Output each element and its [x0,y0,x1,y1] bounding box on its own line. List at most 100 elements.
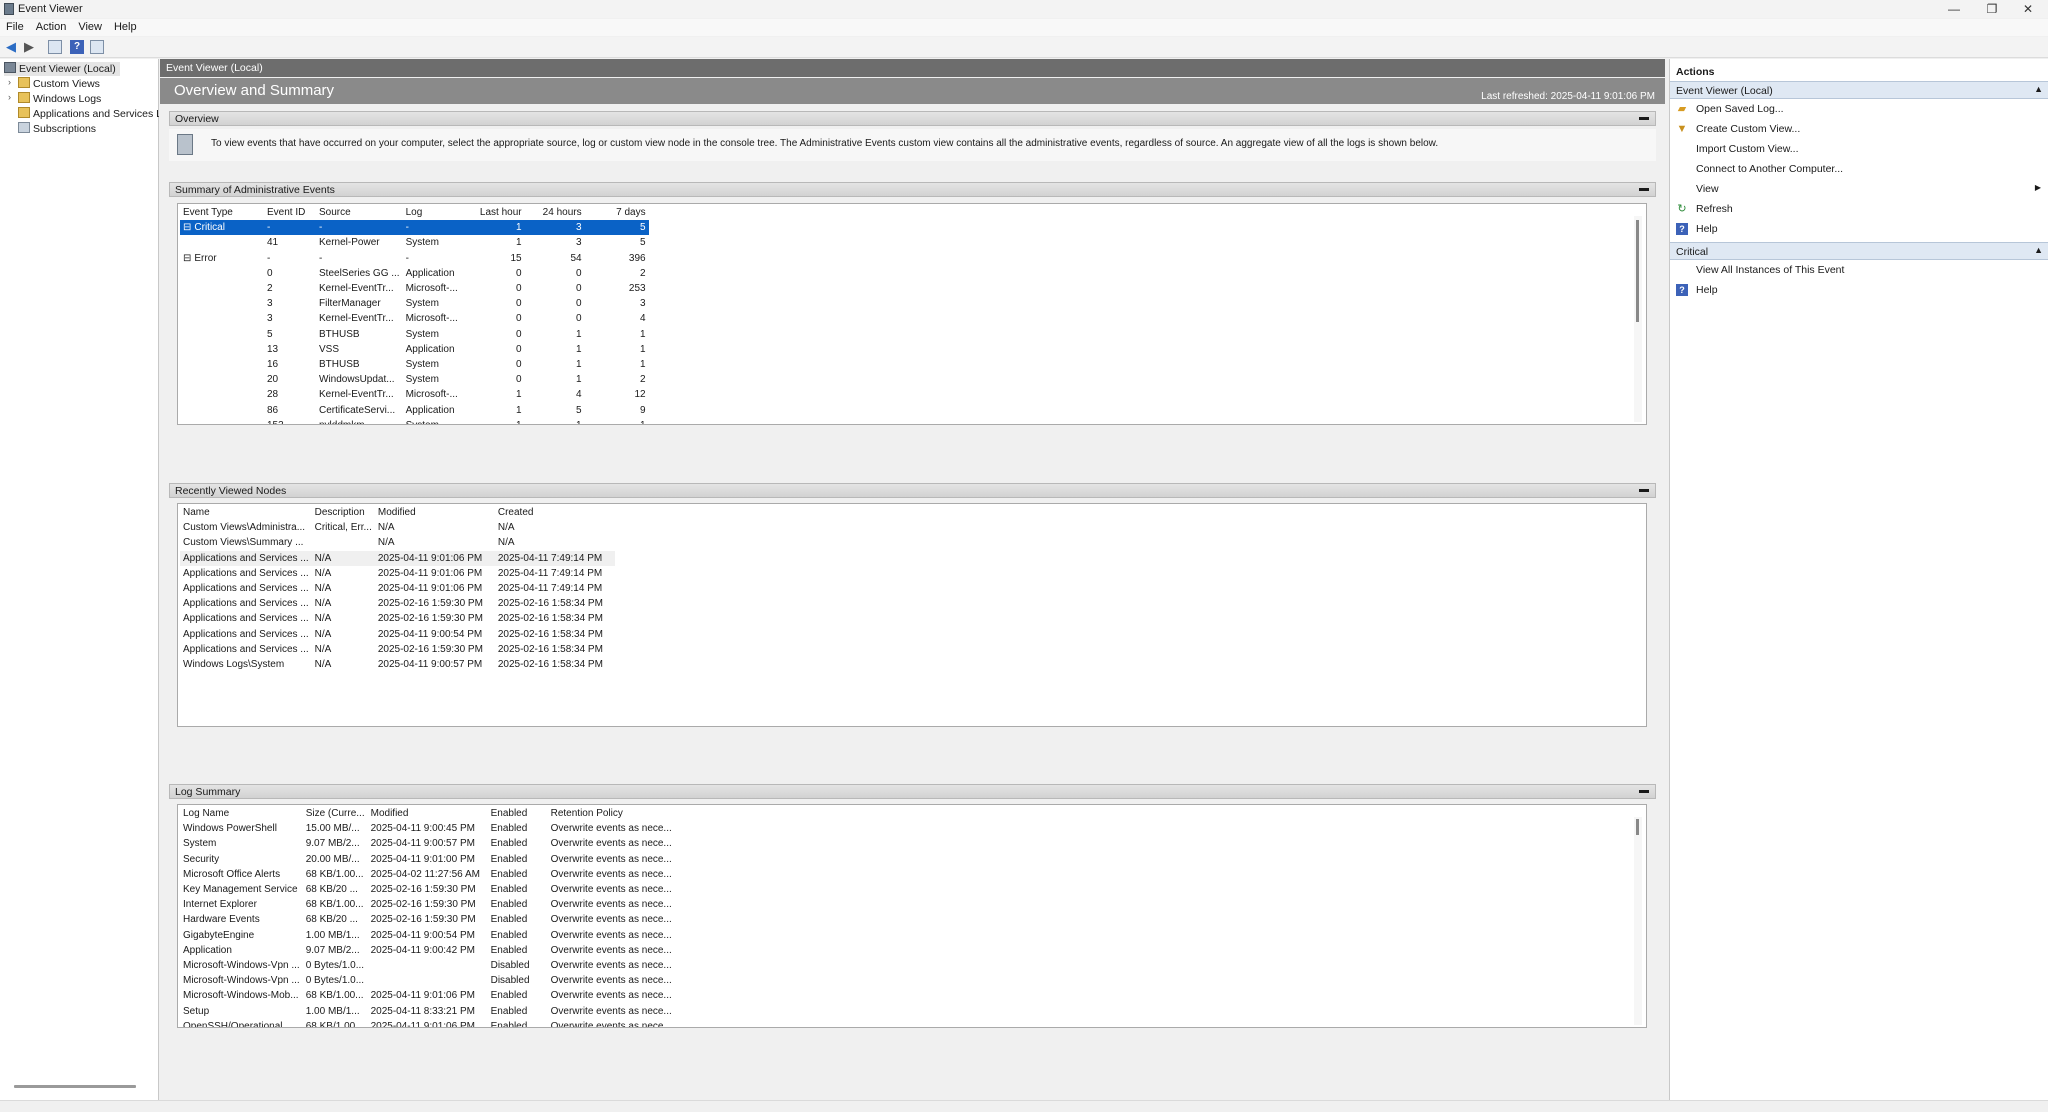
minimize-button[interactable]: — [1934,0,1974,18]
table-row[interactable]: Windows Logs\System N/A 2025-04-11 9:00:57… [180,657,615,672]
show-hide-console-tree-icon[interactable] [48,40,62,54]
log-summary-vertical-scrollbar[interactable] [1634,817,1642,1025]
table-row[interactable]: System 9.07 MB/2... 2025-04-11 9:00:57 PM E… [180,836,675,851]
column-header[interactable]: Name [180,505,312,520]
table-row[interactable]: Applications and Services ... N/A 2025-02-… [180,596,615,611]
menu-help[interactable]: Help [108,19,143,33]
column-header[interactable]: Modified [368,806,488,821]
action-help-critical[interactable]: ? Help [1670,280,2048,300]
summary-vertical-scrollbar[interactable] [1634,216,1642,422]
menu-action[interactable]: Action [30,19,73,33]
table-row[interactable]: 16 BTHUSB System 0 1 1 [180,357,649,372]
table-row[interactable]: 5 BTHUSB System 0 1 1 [180,327,649,342]
table-row[interactable]: 153nvlddmkmSystem111 [180,418,649,424]
table-row[interactable]: 41 Kernel-Power System 1 3 5 [180,235,649,250]
table-row[interactable]: Applications and Services ... N/A 2025-04-… [180,581,615,596]
menu-file[interactable]: File [0,19,30,33]
tree-root-event-viewer[interactable]: Event Viewer (Local) [4,62,120,76]
restore-button[interactable]: ❐ [1972,0,2012,18]
table-row[interactable]: Application 9.07 MB/2... 2025-04-11 9:00:4… [180,943,675,958]
table-row[interactable]: 13 VSS Application 0 1 1 [180,342,649,357]
collapse-icon[interactable]: ▬ [1639,112,1649,123]
action-refresh[interactable]: ↻ Refresh [1670,199,2048,219]
back-arrow-icon[interactable]: ◀ [4,40,18,54]
collapse-up-icon[interactable]: ▲ [2034,84,2043,94]
table-row[interactable]: 0 SteelSeries GG ... Application 0 0 2 [180,266,649,281]
table-row[interactable]: 20 WindowsUpdat... System 0 1 2 [180,372,649,387]
table-row[interactable]: 3 FilterManager System 0 0 3 [180,296,649,311]
scrollbar-thumb[interactable] [1636,819,1639,835]
table-row[interactable]: Applications and Services ... N/A 2025-04-… [180,550,615,566]
column-header[interactable]: Log Name [180,806,303,821]
table-row[interactable]: 28 Kernel-EventTr... Microsoft-... 1 4 12 [180,387,649,402]
close-button[interactable]: ✕ [2008,0,2048,18]
column-header[interactable]: Retention Policy [548,806,675,821]
collapse-icon[interactable]: ▬ [1639,484,1649,495]
table-row[interactable]: Internet Explorer 68 KB/1.00... 2025-02-16… [180,897,675,912]
column-header[interactable]: 7 days [585,205,649,220]
action-open-saved-log[interactable]: ▰ Open Saved Log... [1670,99,2048,119]
column-header[interactable]: Event Type [180,205,264,220]
forward-arrow-icon[interactable]: ▶ [22,40,36,54]
table-row[interactable]: Microsoft-Windows-Mob... 68 KB/1.00... 202… [180,988,675,1003]
show-hide-action-pane-icon[interactable] [90,40,104,54]
collapse-up-icon[interactable]: ▲ [2034,245,2043,255]
action-view-all-instances[interactable]: View All Instances of This Event [1670,260,2048,280]
collapse-icon[interactable]: ▬ [1639,785,1649,796]
table-row[interactable]: Microsoft Office Alerts 68 KB/1.00... 2025… [180,867,675,882]
column-header[interactable]: Size (Curre... [303,806,368,821]
tree-horizontal-scrollbar[interactable] [14,1085,136,1088]
summary-section-header[interactable]: Summary of Administrative Events ▬ [169,182,1656,197]
column-header[interactable]: 24 hours [525,205,585,220]
action-help[interactable]: ? Help [1670,219,2048,239]
table-row[interactable]: ⊟ Error - - -15 54 396 [180,251,649,266]
table-row[interactable]: GigabyteEngine 1.00 MB/1... 2025-04-11 9:0… [180,928,675,943]
tree-item-windows-logs[interactable]: › Windows Logs [8,92,101,106]
expand-chevron-icon[interactable]: › [8,77,11,87]
collapse-icon[interactable]: ▬ [1639,183,1649,194]
column-header[interactable]: Event ID [264,205,316,220]
expand-chevron-icon[interactable]: › [8,92,11,102]
table-row[interactable]: Custom Views\Administra... Critical, Err.… [180,520,615,535]
action-connect-to-another-computer[interactable]: Connect to Another Computer... [1670,159,2048,179]
column-header[interactable]: Created [495,505,615,520]
collapse-box-icon[interactable]: ⊟ [183,222,191,233]
table-row[interactable]: Microsoft-Windows-Vpn ... 0 Bytes/1.0... D… [180,973,675,988]
table-row[interactable]: Hardware Events 68 KB/20 ... 2025-02-16 1:… [180,912,675,927]
column-header[interactable]: Last hour [475,205,525,220]
table-row[interactable]: Applications and Services ... N/A 2025-02-… [180,611,615,626]
table-row[interactable]: Key Management Service 68 KB/20 ... 2025-0… [180,882,675,897]
table-row[interactable]: 3 Kernel-EventTr... Microsoft-... 0 0 4 [180,311,649,326]
table-row[interactable]: ⊟ Critical - - -1 3 5 [180,220,649,236]
table-row[interactable]: Custom Views\Summary ... N/A N/A [180,535,615,550]
menu-view[interactable]: View [72,19,108,33]
column-header[interactable]: Log [403,205,475,220]
table-row[interactable]: Setup 1.00 MB/1... 2025-04-11 8:33:21 PM En… [180,1003,675,1018]
action-create-custom-view[interactable]: ▼ Create Custom View... [1670,119,2048,139]
overview-section-header[interactable]: Overview ▬ [169,111,1656,126]
scrollbar-thumb[interactable] [1636,220,1639,322]
action-view[interactable]: View ▶ [1670,179,2048,199]
actions-group-event-viewer-local[interactable]: Event Viewer (Local) ▲ [1670,81,2048,99]
recent-section-header[interactable]: Recently Viewed Nodes ▬ [169,483,1656,498]
help-icon[interactable]: ? [70,40,84,54]
tree-item-applications-and-services[interactable]: ›Applications and Services Log [18,107,159,121]
log-summary-section-header[interactable]: Log Summary ▬ [169,784,1656,799]
action-import-custom-view[interactable]: Import Custom View... [1670,139,2048,159]
table-row[interactable]: Security 20.00 MB/... 2025-04-11 9:01:00 P… [180,852,675,867]
actions-group-critical[interactable]: Critical ▲ [1670,242,2048,260]
column-header[interactable]: Modified [375,505,495,520]
column-header[interactable]: Description [312,505,375,520]
table-row[interactable]: OpenSSH/Operational 68 KB/1.00... 2025-04-… [180,1019,675,1027]
column-header[interactable]: Enabled [488,806,548,821]
table-row[interactable]: Applications and Services ... N/A 2025-04-… [180,627,615,642]
tree-item-subscriptions[interactable]: Subscriptions [18,122,96,136]
table-row[interactable]: Applications and Services ... N/A 2025-04-… [180,566,615,581]
table-row[interactable]: Windows PowerShell 15.00 MB/... 2025-04-11… [180,821,675,836]
tree-item-custom-views[interactable]: › Custom Views [8,77,100,91]
column-header[interactable]: Source [316,205,403,220]
table-row[interactable]: Applications and Services ... N/A 2025-02-… [180,642,615,657]
table-row[interactable]: 2 Kernel-EventTr... Microsoft-... 0 0 253 [180,281,649,296]
table-row[interactable]: 86 CertificateServi... Application 1 5 9 [180,402,649,417]
collapse-box-icon[interactable]: ⊟ [183,253,191,264]
